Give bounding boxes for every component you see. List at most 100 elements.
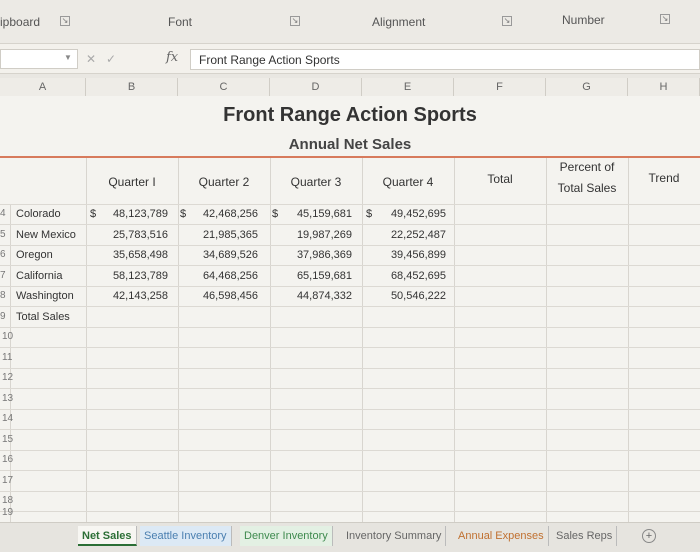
currency-symbol: $ bbox=[180, 208, 187, 220]
state-label[interactable]: California bbox=[16, 270, 62, 282]
header-percent-line1[interactable]: Percent of bbox=[546, 160, 628, 174]
cell-q1[interactable]: 48,123,789 bbox=[106, 208, 168, 220]
clipboard-launcher-icon[interactable]: ↘ bbox=[60, 16, 70, 26]
cell-q2[interactable]: 46,598,456 bbox=[196, 290, 258, 302]
row-number[interactable]: 19 bbox=[2, 507, 13, 518]
cell-q3[interactable]: 37,986,369 bbox=[290, 249, 352, 261]
cell-q1[interactable]: 35,658,498 bbox=[106, 249, 168, 261]
grid-line bbox=[0, 470, 700, 471]
cell-q4[interactable]: 50,546,222 bbox=[384, 290, 446, 302]
sheet-tabs: Net Sales Seattle Inventory Denver Inven… bbox=[0, 522, 700, 552]
cell-q2[interactable]: 64,468,256 bbox=[196, 270, 258, 282]
column-header-g[interactable]: G bbox=[546, 78, 628, 96]
column-header-f[interactable]: F bbox=[454, 78, 546, 96]
header-total[interactable]: Total bbox=[454, 172, 546, 186]
grid-line bbox=[0, 409, 700, 410]
font-launcher-icon[interactable]: ↘ bbox=[290, 16, 300, 26]
cell-q4[interactable]: 49,452,695 bbox=[384, 208, 446, 220]
worksheet[interactable]: Front Range Action Sports Annual Net Sal… bbox=[0, 96, 700, 522]
tab-seattle-inventory[interactable]: Seattle Inventory bbox=[140, 526, 232, 546]
grid-line bbox=[0, 491, 700, 492]
tab-net-sales[interactable]: Net Sales bbox=[78, 526, 137, 546]
header-quarter-4[interactable]: Quarter 4 bbox=[362, 175, 454, 189]
cell-q3[interactable]: 44,874,332 bbox=[290, 290, 352, 302]
state-label[interactable]: Washington bbox=[16, 290, 74, 302]
row-number[interactable]: 6 bbox=[0, 249, 10, 260]
cell-q1[interactable]: 58,123,789 bbox=[106, 270, 168, 282]
state-label[interactable]: Oregon bbox=[16, 249, 53, 261]
chevron-down-icon[interactable]: ▼ bbox=[64, 53, 72, 62]
row-number[interactable]: 16 bbox=[2, 454, 13, 465]
tab-inventory-summary[interactable]: Inventory Summary bbox=[342, 526, 447, 546]
cell-q3[interactable]: 65,159,681 bbox=[290, 270, 352, 282]
row-number[interactable]: 18 bbox=[2, 495, 13, 506]
row-number[interactable]: 10 bbox=[2, 331, 13, 342]
grid-line bbox=[0, 511, 700, 512]
grid-line bbox=[0, 204, 700, 205]
grid-line bbox=[0, 265, 700, 266]
formula-input[interactable]: Front Range Action Sports bbox=[190, 49, 700, 70]
grid-line bbox=[270, 158, 271, 522]
cell-q1[interactable]: 25,783,516 bbox=[106, 229, 168, 241]
number-launcher-icon[interactable]: ↘ bbox=[660, 14, 670, 24]
ribbon: ipboard ↘ Font ↘ Alignment ↘ Number ↘ bbox=[0, 0, 700, 44]
grid-line bbox=[0, 388, 700, 389]
column-header-h[interactable]: H bbox=[628, 78, 700, 96]
column-header-a[interactable]: A bbox=[0, 78, 86, 96]
header-percent-line2[interactable]: Total Sales bbox=[546, 181, 628, 195]
cell-q2[interactable]: 42,468,256 bbox=[196, 208, 258, 220]
header-trend[interactable]: Trend bbox=[628, 171, 700, 185]
cell-q4[interactable]: 68,452,695 bbox=[384, 270, 446, 282]
title-border bbox=[0, 156, 700, 158]
grid-line bbox=[628, 158, 629, 522]
row-number[interactable]: 17 bbox=[2, 475, 13, 486]
sheet-title[interactable]: Front Range Action Sports bbox=[0, 104, 700, 127]
row-number[interactable]: 8 bbox=[0, 290, 10, 301]
cell-q4[interactable]: 39,456,899 bbox=[384, 249, 446, 261]
row-number[interactable]: 5 bbox=[0, 229, 10, 240]
tab-denver-inventory[interactable]: Denver Inventory bbox=[240, 526, 333, 546]
cell-q4[interactable]: 22,252,487 bbox=[384, 229, 446, 241]
sheet-subtitle[interactable]: Annual Net Sales bbox=[0, 136, 700, 153]
column-header-d[interactable]: D bbox=[270, 78, 362, 96]
cell-q2[interactable]: 34,689,526 bbox=[196, 249, 258, 261]
row-number[interactable]: 14 bbox=[2, 413, 13, 424]
state-label[interactable]: Colorado bbox=[16, 208, 61, 220]
row-number[interactable]: 13 bbox=[2, 393, 13, 404]
grid-line bbox=[0, 327, 700, 328]
grid-line bbox=[546, 158, 547, 522]
grid-line bbox=[0, 429, 700, 430]
grid-line bbox=[0, 224, 700, 225]
formula-bar: ▼ ✕✓ fx Front Range Action Sports bbox=[0, 44, 700, 74]
row-number[interactable]: 12 bbox=[2, 372, 13, 383]
row-number[interactable]: 4 bbox=[0, 208, 10, 219]
column-header-e[interactable]: E bbox=[362, 78, 454, 96]
currency-symbol: $ bbox=[366, 208, 373, 220]
total-sales-label[interactable]: Total Sales bbox=[16, 311, 70, 323]
grid-line bbox=[0, 306, 700, 307]
header-quarter-2[interactable]: Quarter 2 bbox=[178, 175, 270, 189]
column-header-b[interactable]: B bbox=[86, 78, 178, 96]
ribbon-group-alignment: Alignment bbox=[372, 15, 426, 29]
header-quarter-1[interactable]: Quarter I bbox=[86, 175, 178, 189]
tab-annual-expenses[interactable]: Annual Expenses bbox=[454, 526, 549, 546]
row-number[interactable]: 15 bbox=[2, 434, 13, 445]
grid-line bbox=[0, 347, 700, 348]
header-quarter-3[interactable]: Quarter 3 bbox=[270, 175, 362, 189]
state-label[interactable]: New Mexico bbox=[16, 229, 76, 241]
alignment-launcher-icon[interactable]: ↘ bbox=[502, 16, 512, 26]
row-number[interactable]: 11 bbox=[2, 352, 12, 363]
cell-q1[interactable]: 42,143,258 bbox=[106, 290, 168, 302]
cell-q3[interactable]: 45,159,681 bbox=[290, 208, 352, 220]
add-sheet-icon[interactable]: + bbox=[642, 529, 656, 543]
cell-q2[interactable]: 21,985,365 bbox=[196, 229, 258, 241]
cell-q3[interactable]: 19,987,269 bbox=[290, 229, 352, 241]
row-number[interactable]: 7 bbox=[0, 270, 10, 281]
insert-function-icon[interactable]: fx bbox=[166, 50, 178, 65]
grid-line bbox=[362, 158, 363, 522]
row-number[interactable]: 9 bbox=[0, 311, 10, 322]
column-header-c[interactable]: C bbox=[178, 78, 270, 96]
tab-sales-reps[interactable]: Sales Reps bbox=[552, 526, 618, 546]
grid-line bbox=[454, 158, 455, 522]
cancel-confirm-icons[interactable]: ✕✓ bbox=[86, 52, 126, 66]
